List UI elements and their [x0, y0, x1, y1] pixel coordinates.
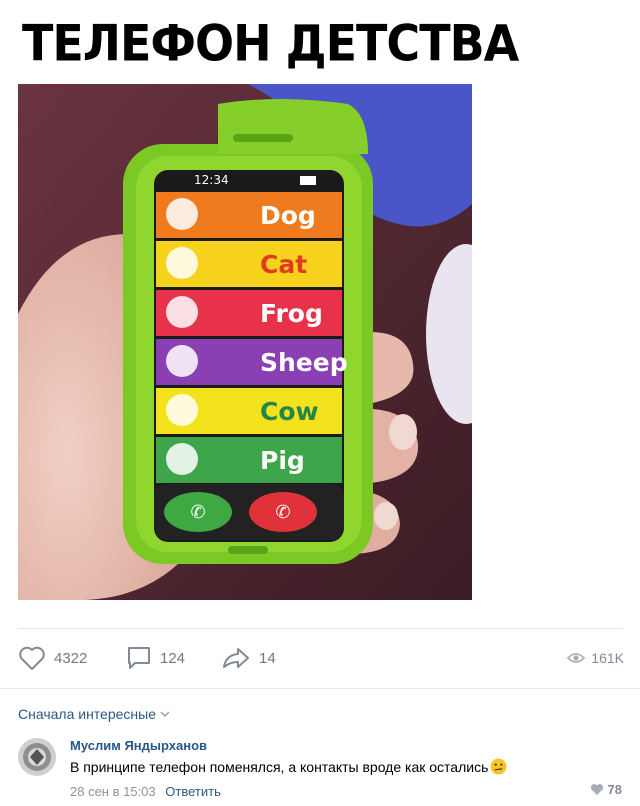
- comment-meta: 28 сен в 15:03 Ответить: [70, 784, 221, 799]
- svg-text:✆: ✆: [190, 502, 205, 523]
- eye-icon: [567, 653, 586, 663]
- sort-label: Сначала интересные: [18, 706, 156, 722]
- phone-status-time: 12:34: [194, 173, 229, 187]
- contact-label: Sheep: [260, 348, 348, 377]
- reply-button[interactable]: Ответить: [165, 784, 221, 799]
- confused-face-icon: [490, 758, 507, 775]
- comment-icon: [128, 647, 150, 669]
- comment-like-count: 78: [607, 782, 622, 797]
- comment-button[interactable]: 124: [126, 644, 185, 672]
- comment-text-content: В принципе телефон поменялся, а контакты…: [70, 759, 489, 775]
- comment-item: Муслим Яндырханов В принципе телефон пом…: [18, 736, 624, 802]
- cow-face-icon: [166, 394, 198, 426]
- contact-label: Cow: [260, 397, 319, 426]
- contact-label: Frog: [260, 299, 323, 328]
- contact-label: Pig: [260, 446, 305, 475]
- cat-face-icon: [166, 247, 198, 279]
- share-count: 14: [259, 649, 276, 667]
- pig-face-icon: [166, 443, 198, 475]
- like-button[interactable]: 4322: [18, 644, 87, 672]
- post-title: ТЕЛЕФОН ДЕТСТВА: [22, 14, 519, 73]
- comments-sort-dropdown[interactable]: Сначала интересные: [18, 706, 170, 722]
- comment-author[interactable]: Муслим Яндырханов: [70, 738, 207, 753]
- divider-top: [18, 628, 623, 629]
- like-count: 4322: [54, 649, 88, 667]
- comment-count: 124: [160, 649, 186, 667]
- divider-comments: [0, 688, 640, 689]
- post-actions: 4322 124 14 161K: [18, 644, 624, 672]
- contact-label: Cat: [260, 250, 307, 279]
- comment-date[interactable]: 28 сен в 15:03: [70, 784, 156, 799]
- comment-text: В принципе телефон поменялся, а контакты…: [70, 758, 507, 775]
- avatar[interactable]: [18, 738, 56, 776]
- share-icon: [223, 648, 249, 668]
- svg-text:✆: ✆: [275, 502, 290, 523]
- sheep-face-icon: [166, 345, 198, 377]
- views-counter: 161K: [567, 644, 624, 672]
- post-photo[interactable]: Dog Cat Frog Sheep Cow Pig 12:34 ✆ ✆: [18, 84, 472, 600]
- share-button[interactable]: 14: [221, 644, 276, 672]
- views-count: 161K: [591, 650, 624, 666]
- dog-face-icon: [166, 198, 198, 230]
- contact-label: Dog: [260, 201, 316, 230]
- heart-icon: [19, 646, 45, 670]
- frog-face-icon: [166, 296, 198, 328]
- chevron-down-icon: [160, 711, 170, 718]
- heart-icon: [590, 784, 603, 795]
- comment-like-button[interactable]: 78: [590, 782, 622, 797]
